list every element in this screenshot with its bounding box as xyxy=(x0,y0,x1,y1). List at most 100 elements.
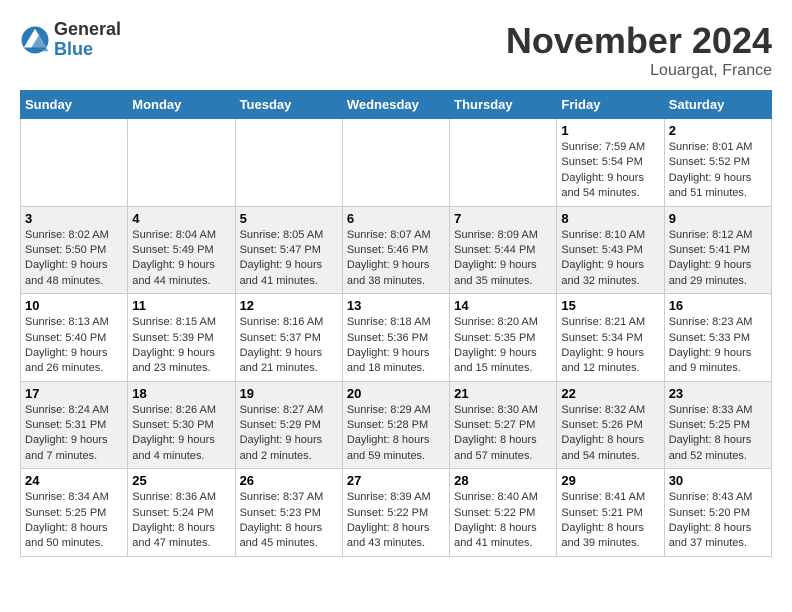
day-number: 20 xyxy=(347,386,445,401)
day-number: 28 xyxy=(454,473,552,488)
day-info: Sunrise: 8:32 AM Sunset: 5:26 PM Dayligh… xyxy=(561,403,659,465)
title-area: November 2024 Louargat, France xyxy=(506,20,772,80)
calendar-cell: 5 Sunrise: 8:05 AM Sunset: 5:47 PM Daylig… xyxy=(235,206,342,294)
day-number: 11 xyxy=(132,298,230,313)
day-info: Sunrise: 8:10 AM Sunset: 5:43 PM Dayligh… xyxy=(561,228,659,290)
day-number: 13 xyxy=(347,298,445,313)
weekday-header-thursday: Thursday xyxy=(450,91,557,119)
day-number: 18 xyxy=(132,386,230,401)
calendar-cell: 7 Sunrise: 8:09 AM Sunset: 5:44 PM Daylig… xyxy=(450,206,557,294)
weekday-header-saturday: Saturday xyxy=(664,91,771,119)
calendar-cell: 9 Sunrise: 8:12 AM Sunset: 5:41 PM Daylig… xyxy=(664,206,771,294)
day-info: Sunrise: 8:36 AM Sunset: 5:24 PM Dayligh… xyxy=(132,490,230,552)
day-info: Sunrise: 8:20 AM Sunset: 5:35 PM Dayligh… xyxy=(454,315,552,377)
calendar-cell: 2 Sunrise: 8:01 AM Sunset: 5:52 PM Daylig… xyxy=(664,119,771,207)
logo-blue-text: Blue xyxy=(54,40,121,60)
day-info: Sunrise: 8:26 AM Sunset: 5:30 PM Dayligh… xyxy=(132,403,230,465)
calendar-cell: 3 Sunrise: 8:02 AM Sunset: 5:50 PM Daylig… xyxy=(21,206,128,294)
calendar-week-row: 24 Sunrise: 8:34 AM Sunset: 5:25 PM Dayli… xyxy=(21,469,772,557)
calendar-cell: 10Sunrise: 8:13 AM Sunset: 5:40 PM Dayli… xyxy=(21,294,128,382)
calendar-week-row: 17 Sunrise: 8:24 AM Sunset: 5:31 PM Dayli… xyxy=(21,381,772,469)
day-info: Sunrise: 8:01 AM Sunset: 5:52 PM Dayligh… xyxy=(669,140,767,202)
day-info: Sunrise: 8:12 AM Sunset: 5:41 PM Dayligh… xyxy=(669,228,767,290)
day-number: 16 xyxy=(669,298,767,313)
day-info: Sunrise: 8:37 AM Sunset: 5:23 PM Dayligh… xyxy=(240,490,338,552)
calendar-cell: 6 Sunrise: 8:07 AM Sunset: 5:46 PM Daylig… xyxy=(342,206,449,294)
page-header: General Blue November 2024 Louargat, Fra… xyxy=(20,20,772,80)
calendar-cell: 8 Sunrise: 8:10 AM Sunset: 5:43 PM Daylig… xyxy=(557,206,664,294)
day-number: 5 xyxy=(240,211,338,226)
day-number: 21 xyxy=(454,386,552,401)
day-info: Sunrise: 8:02 AM Sunset: 5:50 PM Dayligh… xyxy=(25,228,123,290)
calendar-table: SundayMondayTuesdayWednesdayThursdayFrid… xyxy=(20,90,772,557)
day-info: Sunrise: 8:07 AM Sunset: 5:46 PM Dayligh… xyxy=(347,228,445,290)
calendar-cell xyxy=(450,119,557,207)
weekday-header-row: SundayMondayTuesdayWednesdayThursdayFrid… xyxy=(21,91,772,119)
day-info: Sunrise: 8:30 AM Sunset: 5:27 PM Dayligh… xyxy=(454,403,552,465)
day-number: 23 xyxy=(669,386,767,401)
calendar-cell: 29 Sunrise: 8:41 AM Sunset: 5:21 PM Dayli… xyxy=(557,469,664,557)
day-info: Sunrise: 8:16 AM Sunset: 5:37 PM Dayligh… xyxy=(240,315,338,377)
weekday-header-sunday: Sunday xyxy=(21,91,128,119)
day-number: 25 xyxy=(132,473,230,488)
day-info: Sunrise: 8:41 AM Sunset: 5:21 PM Dayligh… xyxy=(561,490,659,552)
day-number: 4 xyxy=(132,211,230,226)
day-info: Sunrise: 8:09 AM Sunset: 5:44 PM Dayligh… xyxy=(454,228,552,290)
day-number: 9 xyxy=(669,211,767,226)
calendar-cell: 19Sunrise: 8:27 AM Sunset: 5:29 PM Dayli… xyxy=(235,381,342,469)
calendar-cell: 11 Sunrise: 8:15 AM Sunset: 5:39 PM Dayli… xyxy=(128,294,235,382)
day-info: Sunrise: 8:33 AM Sunset: 5:25 PM Dayligh… xyxy=(669,403,767,465)
day-number: 1 xyxy=(561,123,659,138)
month-title: November 2024 xyxy=(506,20,772,62)
day-info: Sunrise: 8:40 AM Sunset: 5:22 PM Dayligh… xyxy=(454,490,552,552)
calendar-cell: 18 Sunrise: 8:26 AM Sunset: 5:30 PM Dayli… xyxy=(128,381,235,469)
day-number: 12 xyxy=(240,298,338,313)
calendar-cell: 14Sunrise: 8:20 AM Sunset: 5:35 PM Dayli… xyxy=(450,294,557,382)
day-number: 2 xyxy=(669,123,767,138)
day-number: 7 xyxy=(454,211,552,226)
logo-icon xyxy=(20,25,50,55)
day-info: Sunrise: 8:43 AM Sunset: 5:20 PM Dayligh… xyxy=(669,490,767,552)
logo-general-text: General xyxy=(54,20,121,40)
day-info: Sunrise: 8:13 AM Sunset: 5:40 PM Dayligh… xyxy=(25,315,123,377)
calendar-cell: 24 Sunrise: 8:34 AM Sunset: 5:25 PM Dayli… xyxy=(21,469,128,557)
day-number: 22 xyxy=(561,386,659,401)
calendar-week-row: 1Sunrise: 7:59 AM Sunset: 5:54 PM Daylig… xyxy=(21,119,772,207)
day-number: 29 xyxy=(561,473,659,488)
calendar-cell: 22 Sunrise: 8:32 AM Sunset: 5:26 PM Dayli… xyxy=(557,381,664,469)
calendar-cell: 13 Sunrise: 8:18 AM Sunset: 5:36 PM Dayli… xyxy=(342,294,449,382)
day-info: Sunrise: 8:24 AM Sunset: 5:31 PM Dayligh… xyxy=(25,403,123,465)
day-info: Sunrise: 8:04 AM Sunset: 5:49 PM Dayligh… xyxy=(132,228,230,290)
day-info: Sunrise: 8:27 AM Sunset: 5:29 PM Dayligh… xyxy=(240,403,338,465)
calendar-cell: 1Sunrise: 7:59 AM Sunset: 5:54 PM Daylig… xyxy=(557,119,664,207)
logo: General Blue xyxy=(20,20,121,60)
day-number: 6 xyxy=(347,211,445,226)
day-info: Sunrise: 8:05 AM Sunset: 5:47 PM Dayligh… xyxy=(240,228,338,290)
calendar-cell: 4 Sunrise: 8:04 AM Sunset: 5:49 PM Daylig… xyxy=(128,206,235,294)
day-info: Sunrise: 8:18 AM Sunset: 5:36 PM Dayligh… xyxy=(347,315,445,377)
location-text: Louargat, France xyxy=(506,62,772,80)
day-info: Sunrise: 8:21 AM Sunset: 5:34 PM Dayligh… xyxy=(561,315,659,377)
day-number: 3 xyxy=(25,211,123,226)
calendar-cell: 28 Sunrise: 8:40 AM Sunset: 5:22 PM Dayli… xyxy=(450,469,557,557)
day-number: 24 xyxy=(25,473,123,488)
day-info: Sunrise: 8:34 AM Sunset: 5:25 PM Dayligh… xyxy=(25,490,123,552)
calendar-cell: 30Sunrise: 8:43 AM Sunset: 5:20 PM Dayli… xyxy=(664,469,771,557)
calendar-cell: 12 Sunrise: 8:16 AM Sunset: 5:37 PM Dayli… xyxy=(235,294,342,382)
calendar-cell: 27Sunrise: 8:39 AM Sunset: 5:22 PM Dayli… xyxy=(342,469,449,557)
calendar-cell: 26Sunrise: 8:37 AM Sunset: 5:23 PM Dayli… xyxy=(235,469,342,557)
calendar-week-row: 10Sunrise: 8:13 AM Sunset: 5:40 PM Dayli… xyxy=(21,294,772,382)
day-number: 15 xyxy=(561,298,659,313)
day-info: Sunrise: 8:23 AM Sunset: 5:33 PM Dayligh… xyxy=(669,315,767,377)
calendar-cell: 21 Sunrise: 8:30 AM Sunset: 5:27 PM Dayli… xyxy=(450,381,557,469)
day-number: 8 xyxy=(561,211,659,226)
day-info: Sunrise: 8:15 AM Sunset: 5:39 PM Dayligh… xyxy=(132,315,230,377)
calendar-cell xyxy=(235,119,342,207)
weekday-header-monday: Monday xyxy=(128,91,235,119)
calendar-cell xyxy=(342,119,449,207)
calendar-cell: 15 Sunrise: 8:21 AM Sunset: 5:34 PM Dayli… xyxy=(557,294,664,382)
day-number: 17 xyxy=(25,386,123,401)
calendar-week-row: 3 Sunrise: 8:02 AM Sunset: 5:50 PM Daylig… xyxy=(21,206,772,294)
calendar-cell: 17 Sunrise: 8:24 AM Sunset: 5:31 PM Dayli… xyxy=(21,381,128,469)
calendar-cell: 16 Sunrise: 8:23 AM Sunset: 5:33 PM Dayli… xyxy=(664,294,771,382)
